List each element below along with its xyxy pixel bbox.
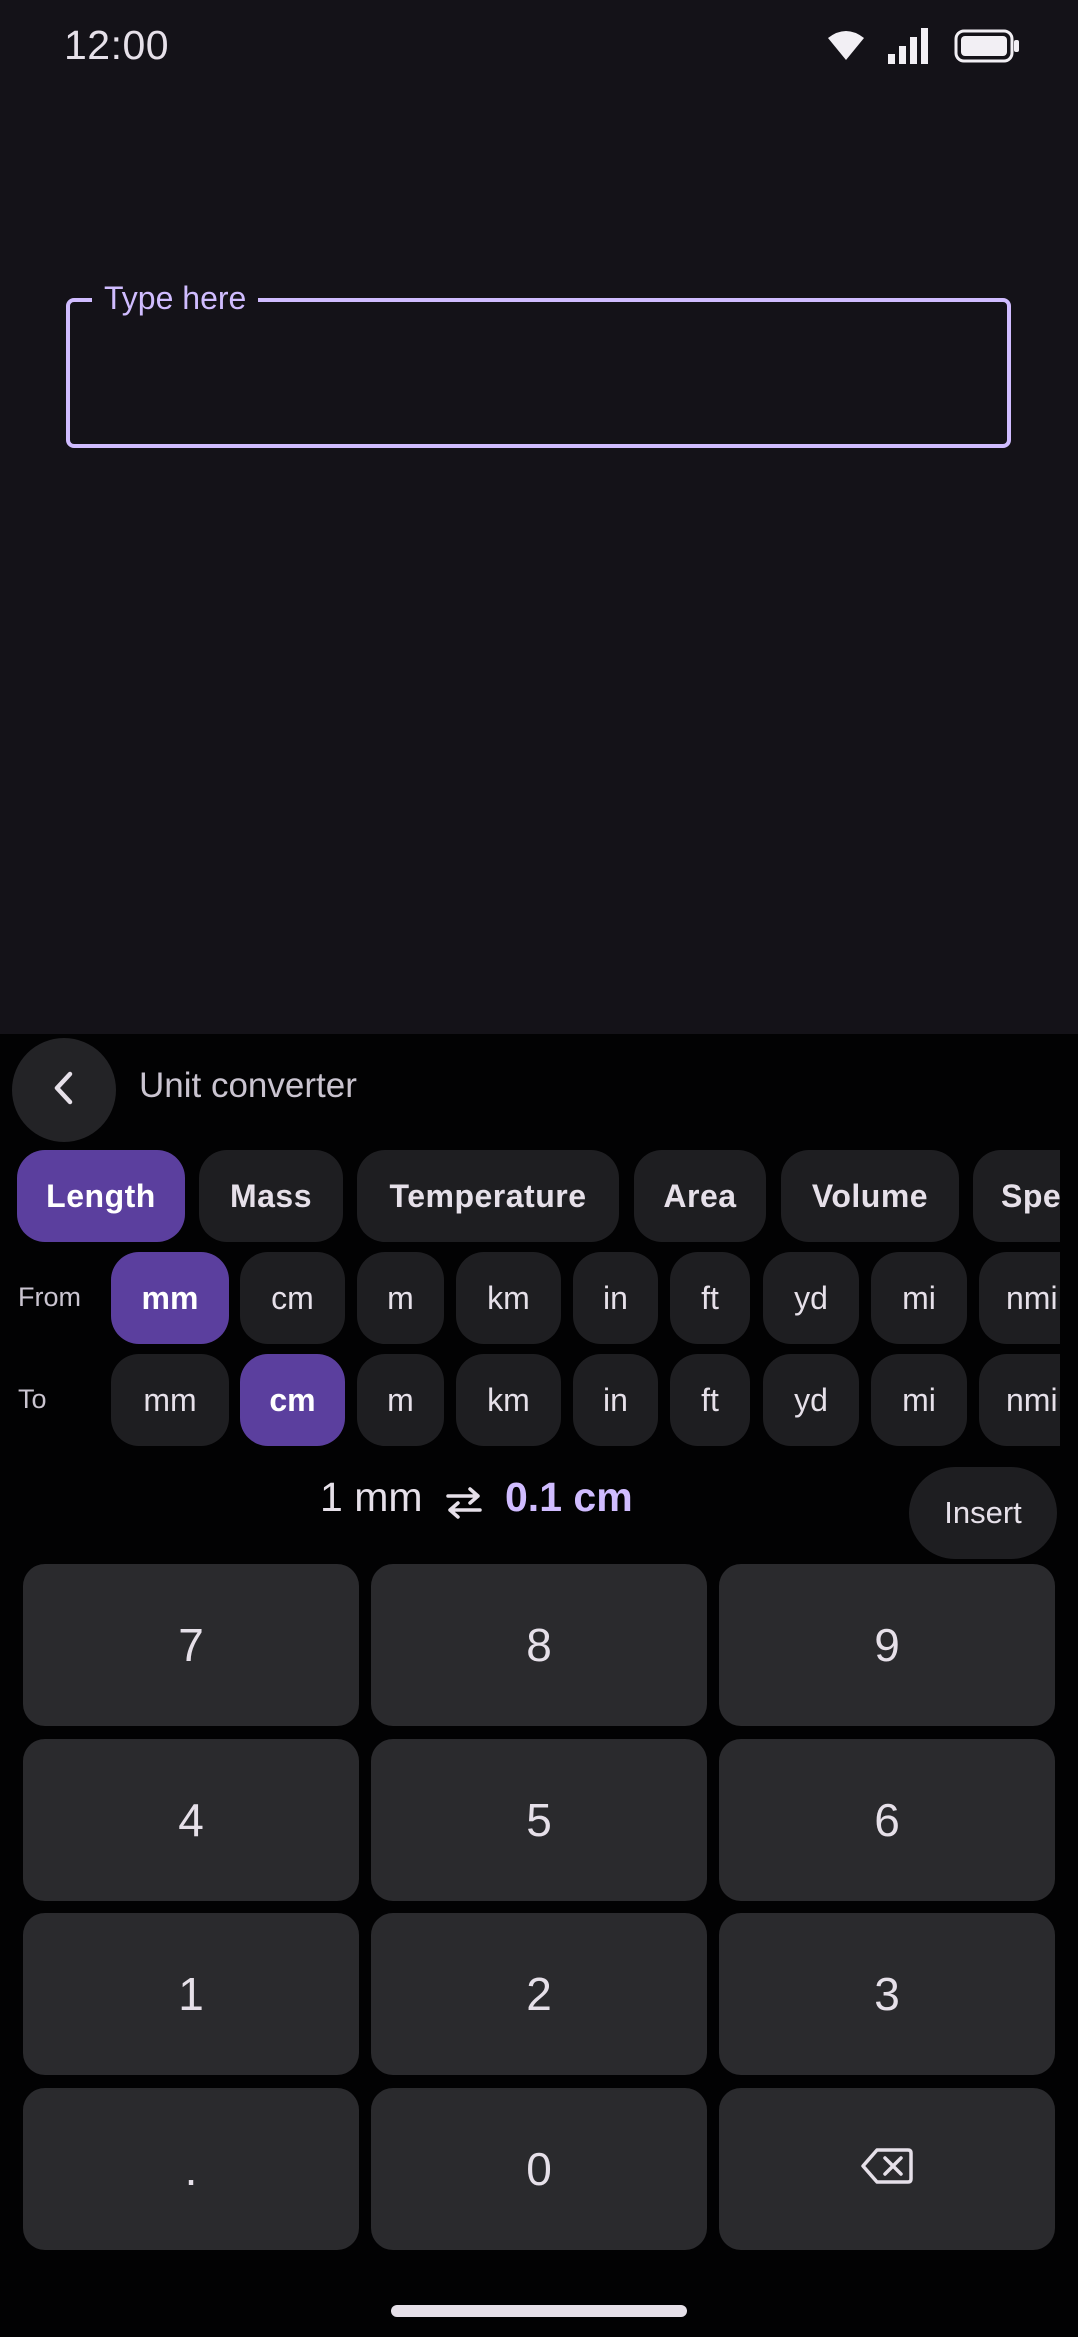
key-1[interactable]: 1 xyxy=(23,1913,359,2075)
key-3[interactable]: 3 xyxy=(719,1913,1055,2075)
key-5[interactable]: 5 xyxy=(371,1739,707,1901)
to-unit-mi[interactable]: mi xyxy=(871,1354,967,1446)
status-icons xyxy=(826,28,1020,69)
category-chip-temperature[interactable]: Temperature xyxy=(357,1150,619,1242)
category-chip-mass[interactable]: Mass xyxy=(199,1150,343,1242)
to-unit-ft[interactable]: ft xyxy=(670,1354,750,1446)
to-unit-nmi[interactable]: nmi xyxy=(979,1354,1060,1446)
signal-icon xyxy=(888,28,932,69)
type-here-input[interactable] xyxy=(70,302,1007,444)
from-unit-row[interactable]: mm cm m km in ft yd mi nmi xyxy=(0,1252,1060,1346)
wifi-icon xyxy=(826,30,866,67)
to-unit-in[interactable]: in xyxy=(573,1354,658,1446)
to-unit-yd[interactable]: yd xyxy=(763,1354,859,1446)
from-unit-yd[interactable]: yd xyxy=(763,1252,859,1344)
from-unit-ft[interactable]: ft xyxy=(670,1252,750,1344)
swap-horizontal-icon[interactable] xyxy=(442,1486,486,1525)
home-indicator[interactable] xyxy=(391,2305,687,2317)
insert-button[interactable]: Insert xyxy=(909,1467,1057,1559)
to-unit-mm[interactable]: mm xyxy=(111,1354,229,1446)
key-4[interactable]: 4 xyxy=(23,1739,359,1901)
to-unit-m[interactable]: m xyxy=(357,1354,444,1446)
panel-title: Unit converter xyxy=(139,1066,357,1105)
screen: 12:00 Type here Unit converter Length Ma… xyxy=(0,0,1078,2337)
text-input-field[interactable]: Type here xyxy=(66,276,1011,448)
from-unit-mi[interactable]: mi xyxy=(871,1252,967,1344)
category-chip-speed[interactable]: Spe xyxy=(973,1150,1060,1242)
backspace-icon xyxy=(861,2142,913,2196)
from-unit-in[interactable]: in xyxy=(573,1252,658,1344)
to-unit-row[interactable]: mm cm m km in ft yd mi nmi xyxy=(0,1354,1060,1448)
key-0[interactable]: 0 xyxy=(371,2088,707,2250)
key-6[interactable]: 6 xyxy=(719,1739,1055,1901)
key-7[interactable]: 7 xyxy=(23,1564,359,1726)
status-time: 12:00 xyxy=(64,22,170,68)
result-from-value: 1 mm xyxy=(320,1474,423,1520)
from-unit-m[interactable]: m xyxy=(357,1252,444,1344)
back-button[interactable] xyxy=(12,1038,116,1142)
battery-icon xyxy=(954,29,1020,68)
category-chip-volume[interactable]: Volume xyxy=(781,1150,959,1242)
status-bar: 12:00 xyxy=(0,0,1078,96)
chevron-left-icon xyxy=(49,1070,79,1111)
from-unit-km[interactable]: km xyxy=(456,1252,561,1344)
text-field-label: Type here xyxy=(92,276,259,320)
key-8[interactable]: 8 xyxy=(371,1564,707,1726)
category-row[interactable]: Length Mass Temperature Area Volume Spe xyxy=(0,1150,1060,1244)
key-2[interactable]: 2 xyxy=(371,1913,707,2075)
unit-converter-panel: Unit converter Length Mass Temperature A… xyxy=(0,1034,1078,2337)
to-unit-cm[interactable]: cm xyxy=(240,1354,345,1446)
key-decimal[interactable]: . xyxy=(23,2088,359,2250)
from-unit-cm[interactable]: cm xyxy=(240,1252,345,1344)
category-chip-area[interactable]: Area xyxy=(634,1150,766,1242)
to-unit-km[interactable]: km xyxy=(456,1354,561,1446)
backspace-key[interactable] xyxy=(719,2088,1055,2250)
from-unit-nmi[interactable]: nmi xyxy=(979,1252,1060,1344)
key-9[interactable]: 9 xyxy=(719,1564,1055,1726)
from-unit-mm[interactable]: mm xyxy=(111,1252,229,1344)
category-chip-length[interactable]: Length xyxy=(17,1150,185,1242)
result-to-value: 0.1 cm xyxy=(505,1474,633,1520)
